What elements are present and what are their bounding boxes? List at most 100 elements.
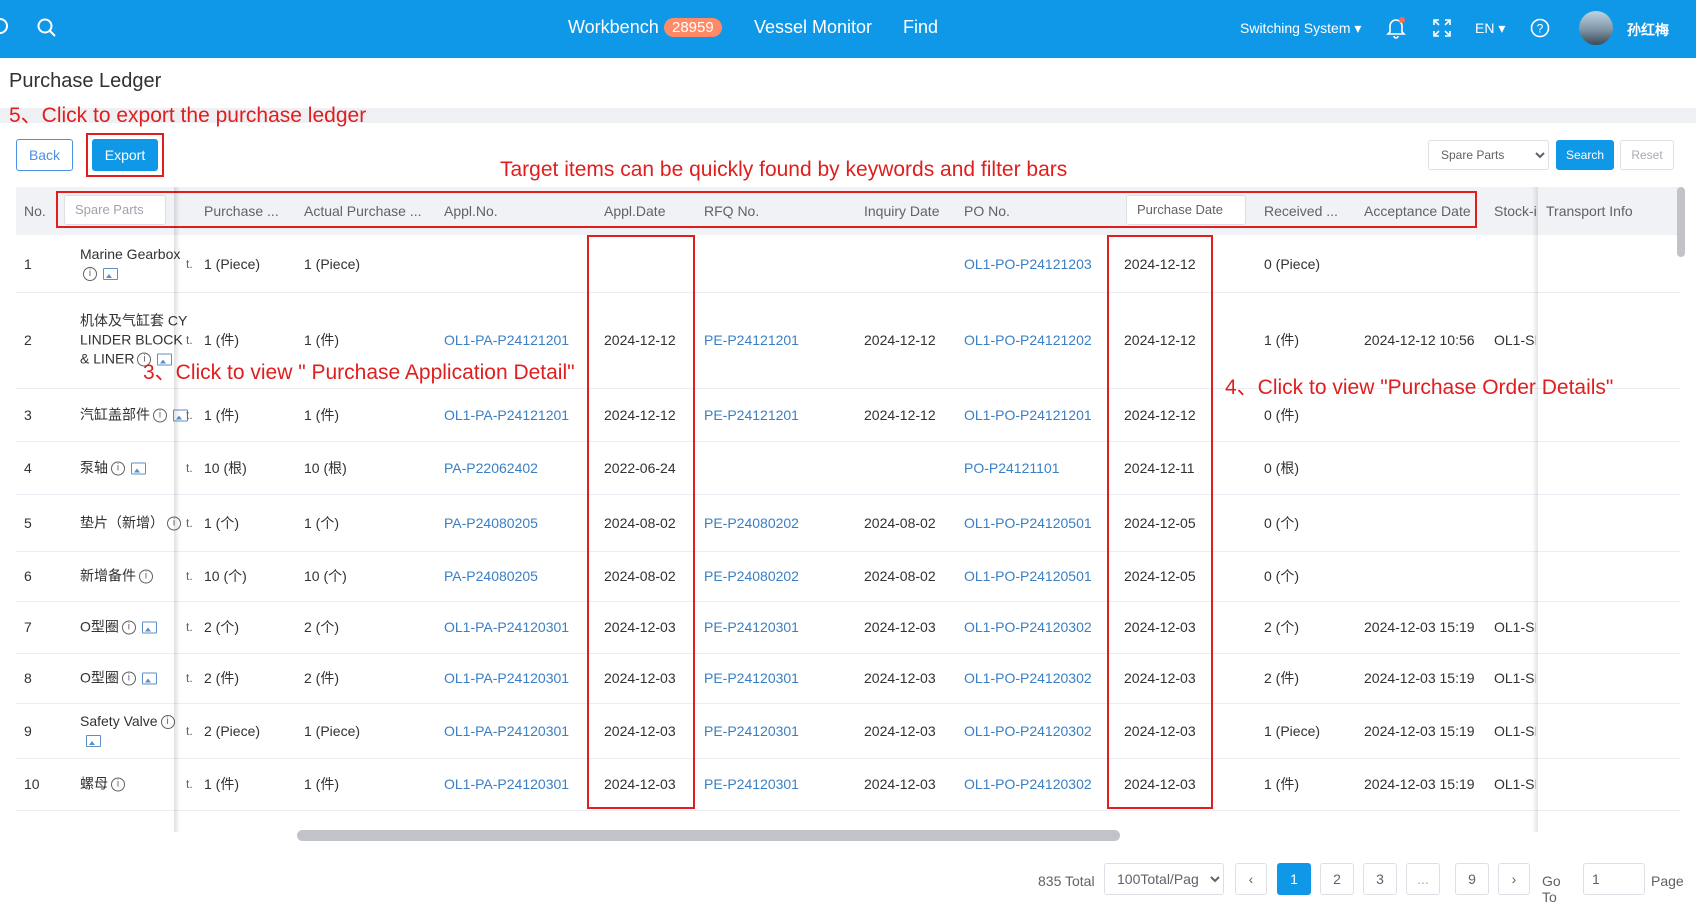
language-dropdown[interactable]: EN ▾ [1475, 20, 1505, 37]
po-no-cell[interactable]: PO-P24121101 [964, 460, 1059, 476]
po-no-cell[interactable]: OL1-PO-P24121203 [964, 256, 1092, 272]
page-ellipsis[interactable]: ... [1406, 863, 1440, 895]
search-button[interactable]: Search [1556, 140, 1614, 170]
rfq-no-cell[interactable]: PE-P24080202 [704, 568, 799, 584]
switching-system-dropdown[interactable]: Switching System ▾ [1240, 20, 1361, 37]
spare-part-name-cell: O型圈 i [80, 618, 188, 637]
spare-part-name[interactable]: 新增备件 [80, 568, 136, 584]
acceptance-cell: 2024-12-03 15:19 [1364, 722, 1475, 739]
actual-cell: 1 (件) [304, 332, 339, 348]
image-icon[interactable] [86, 734, 101, 747]
spare-part-name[interactable]: 垫片（新增） [80, 514, 164, 530]
rfq-no-cell[interactable]: PE-P24120301 [704, 776, 799, 792]
nav-workbench[interactable]: Workbench [568, 17, 659, 38]
search-icon[interactable] [36, 17, 58, 39]
goto-page-input[interactable] [1583, 863, 1645, 895]
export-button[interactable]: Export [92, 139, 158, 171]
hidden-column-fragment: t. [186, 256, 193, 271]
annotation-export: 5、Click to export the purchase ledger [9, 104, 367, 127]
info-icon[interactable]: i [111, 461, 125, 476]
image-icon[interactable] [141, 621, 157, 634]
po-no-cell[interactable]: OL1-PO-P24120302 [964, 723, 1092, 739]
reset-button[interactable]: Reset [1620, 140, 1674, 170]
nav-vessel-monitor[interactable]: Vessel Monitor [754, 17, 872, 38]
appl-no-cell[interactable]: OL1-PA-P24121201 [444, 332, 569, 348]
avatar[interactable] [1579, 11, 1613, 45]
spare-part-name[interactable]: 汽缸盖部件 [80, 406, 150, 422]
po-no-cell[interactable]: OL1-PO-P24120501 [964, 568, 1092, 584]
hidden-column-fragment: t. [186, 460, 193, 475]
appl-no-cell[interactable]: OL1-PA-P24120301 [444, 776, 569, 792]
po-no-cell[interactable]: OL1-PO-P24120302 [964, 776, 1092, 792]
appl-no-cell[interactable]: OL1-PA-P24121201 [444, 407, 569, 423]
back-button[interactable]: Back [16, 139, 73, 171]
switching-system-label: Switching System [1240, 20, 1351, 36]
page-button-2[interactable]: 2 [1320, 863, 1354, 895]
vertical-scrollbar-thumb[interactable] [1677, 187, 1685, 257]
nav-find[interactable]: Find [903, 17, 938, 38]
actual-cell: 1 (件) [304, 776, 339, 792]
horizontal-scrollbar-thumb[interactable] [297, 830, 1120, 841]
rfq-no-cell[interactable]: PE-P24120301 [704, 619, 799, 635]
page-button-1[interactable]: 1 [1277, 863, 1311, 895]
po-no-cell[interactable]: OL1-PO-P24121202 [964, 332, 1092, 348]
rfq-no-cell[interactable]: PE-P24080202 [704, 515, 799, 531]
info-icon[interactable]: i [160, 714, 175, 729]
rfq-no-cell[interactable]: PE-P24120301 [704, 670, 799, 686]
spare-part-name-cell: 螺母 i [80, 775, 188, 794]
po-no-cell[interactable]: OL1-PO-P24121201 [964, 407, 1092, 423]
received-cell: 2 (件) [1264, 670, 1299, 686]
appl-no-cell[interactable]: PA-P24080205 [444, 515, 538, 531]
spare-part-name-cell: 新增备件 i [80, 567, 188, 586]
po-no-cell[interactable]: OL1-PO-P24120302 [964, 670, 1092, 686]
spare-part-name[interactable]: 螺母 [80, 776, 108, 792]
inquiry-date-cell: 2024-12-12 [864, 406, 936, 423]
page-size-select[interactable]: 100Total/Page [1104, 863, 1224, 895]
rfq-no-cell[interactable]: PE-P24121201 [704, 332, 799, 348]
appl-no-cell[interactable]: OL1-PA-P24120301 [444, 723, 569, 739]
spare-part-name[interactable]: O型圈 [80, 619, 119, 635]
appl-no-cell[interactable]: OL1-PA-P24120301 [444, 619, 569, 635]
page-button-9[interactable]: 9 [1455, 863, 1489, 895]
username[interactable]: 孙红梅 [1627, 20, 1669, 40]
appl-no-cell[interactable]: PA-P24080205 [444, 568, 538, 584]
image-icon[interactable] [131, 462, 146, 475]
info-icon[interactable]: i [153, 408, 167, 423]
spare-part-name[interactable]: Safety Valve [80, 713, 158, 729]
page-button-3[interactable]: 3 [1363, 863, 1397, 895]
help-icon[interactable]: ? [1530, 18, 1550, 38]
info-icon[interactable]: i [121, 620, 136, 635]
spare-part-name[interactable]: Marine Gearbox [80, 246, 180, 262]
menu-toggle-icon[interactable] [0, 18, 8, 34]
image-icon[interactable] [141, 672, 157, 685]
received-cell: 1 (件) [1264, 332, 1299, 348]
received-cell: 1 (Piece) [1264, 722, 1321, 739]
appl-no-cell[interactable]: PA-P22062402 [444, 460, 538, 476]
next-page-button[interactable]: › [1498, 863, 1530, 895]
image-icon[interactable] [103, 267, 118, 280]
row-number: 5 [24, 514, 32, 531]
acceptance-cell: 2024-12-03 15:19 [1364, 670, 1475, 686]
language-label: EN [1475, 20, 1495, 36]
info-icon[interactable]: i [121, 671, 136, 686]
spare-part-name[interactable]: 泵轴 [80, 459, 108, 475]
po-no-cell[interactable]: OL1-PO-P24120302 [964, 619, 1092, 635]
acceptance-cell: 2024-12-03 15:19 [1364, 776, 1475, 792]
filter-bar-highlight-box [56, 191, 1477, 228]
rfq-no-cell[interactable]: PE-P24121201 [704, 407, 799, 423]
rfq-no-cell[interactable]: PE-P24120301 [704, 723, 799, 739]
bell-icon[interactable] [1386, 17, 1406, 39]
appl-no-cell[interactable]: OL1-PA-P24120301 [444, 670, 569, 686]
spare-part-name[interactable]: O型圈 [80, 670, 119, 686]
purchase-cell: 1 (个) [204, 514, 239, 531]
purchase-cell: 10 (个) [204, 568, 247, 584]
row-number: 6 [24, 568, 32, 584]
info-icon[interactable]: i [139, 569, 153, 584]
fullscreen-icon[interactable] [1432, 18, 1452, 38]
info-icon[interactable]: i [111, 777, 125, 792]
info-icon[interactable]: i [83, 266, 97, 281]
received-cell: 0 (个) [1264, 568, 1299, 584]
category-filter-select[interactable]: Spare Parts [1428, 140, 1549, 170]
prev-page-button[interactable]: ‹ [1235, 863, 1267, 895]
po-no-cell[interactable]: OL1-PO-P24120501 [964, 515, 1092, 531]
